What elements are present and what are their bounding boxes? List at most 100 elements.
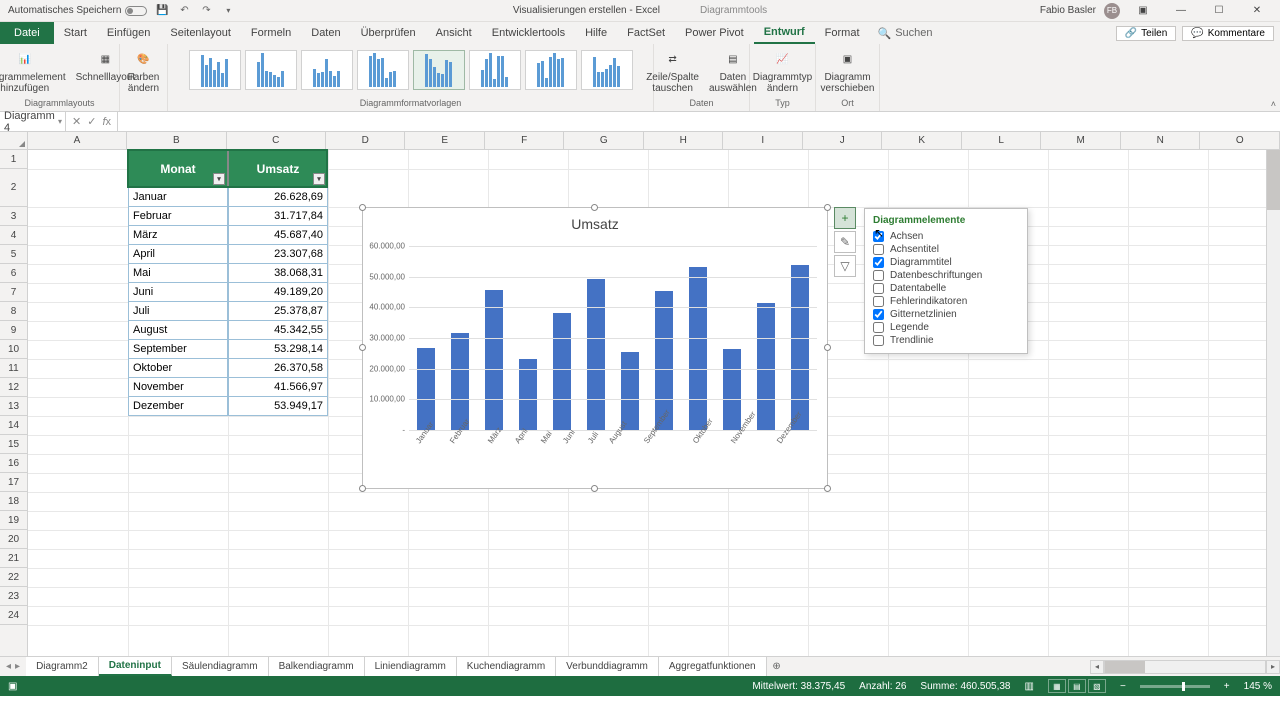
chart-bar[interactable] — [417, 348, 435, 430]
cell-umsatz[interactable]: 53.949,17 — [228, 397, 328, 416]
sheet-tab[interactable]: Verbunddiagramm — [556, 657, 659, 676]
search-field[interactable]: 🔍 Suchen — [870, 22, 941, 44]
zoom-level[interactable]: 145 % — [1244, 681, 1272, 692]
row-header[interactable]: 18 — [0, 492, 27, 511]
row-header[interactable]: 6 — [0, 264, 27, 283]
chart-object[interactable]: Umsatz -10.000,0020.000,0030.000,0040.00… — [362, 207, 828, 489]
share-button[interactable]: 🔗Teilen — [1116, 26, 1177, 41]
tab-entwurf[interactable]: Entwurf — [754, 22, 815, 44]
chart-style-thumb[interactable] — [189, 50, 241, 90]
sheet-tab[interactable]: Dateninput — [99, 657, 172, 676]
row-header[interactable]: 17 — [0, 473, 27, 492]
cell-umsatz[interactable]: 41.566,97 — [228, 378, 328, 397]
chart-plot-area[interactable]: -10.000,0020.000,0030.000,0040.000,0050.… — [409, 246, 817, 430]
column-header[interactable]: J — [803, 132, 883, 149]
row-header[interactable]: 22 — [0, 568, 27, 587]
row-header[interactable]: 19 — [0, 511, 27, 530]
scrollbar-thumb[interactable] — [1267, 150, 1280, 210]
cell-umsatz[interactable]: 26.370,58 — [228, 359, 328, 378]
row-header[interactable]: 4 — [0, 226, 27, 245]
chart-bar[interactable] — [791, 265, 809, 430]
chart-style-thumb[interactable] — [413, 50, 465, 90]
chart-style-thumb[interactable] — [301, 50, 353, 90]
add-chart-element-button[interactable]: 📊Diagrammelement hinzufügen — [0, 46, 70, 96]
cell-umsatz[interactable]: 26.628,69 — [228, 188, 328, 207]
cell-month[interactable]: September — [128, 340, 228, 359]
chart-bar[interactable] — [689, 267, 707, 430]
chart-style-thumb[interactable] — [581, 50, 633, 90]
chart-styles-button[interactable]: ✎ — [834, 231, 856, 253]
tab-daten[interactable]: Daten — [301, 22, 350, 44]
collapse-ribbon-icon[interactable]: ˄ — [1271, 99, 1276, 109]
column-header[interactable]: A — [28, 132, 127, 149]
checkbox[interactable] — [873, 335, 884, 346]
cell-month[interactable]: Februar — [128, 207, 228, 226]
table-header-month[interactable]: Monat▾ — [128, 150, 228, 188]
tab-überprüfen[interactable]: Überprüfen — [351, 22, 426, 44]
cells-area[interactable]: Monat▾ Umsatz▾ Januar26.628,69Februar31.… — [28, 150, 1280, 656]
save-icon[interactable]: 💾 — [155, 4, 169, 18]
table-row[interactable]: April23.307,68 — [128, 245, 328, 264]
select-all-corner[interactable] — [0, 132, 28, 149]
table-row[interactable]: Oktober26.370,58 — [128, 359, 328, 378]
flyout-item[interactable]: Trendlinie — [873, 334, 1019, 347]
formula-input[interactable] — [118, 112, 1280, 131]
chart-bar[interactable] — [451, 333, 469, 430]
minimize-icon[interactable]: — — [1166, 0, 1196, 22]
add-sheet-button[interactable]: ⊕ — [767, 657, 787, 676]
filter-icon[interactable]: ▾ — [213, 173, 225, 185]
zoom-slider[interactable] — [1140, 685, 1210, 688]
change-colors-button[interactable]: 🎨Farben ändern — [124, 46, 164, 96]
table-row[interactable]: November41.566,97 — [128, 378, 328, 397]
sheet-tab-nav[interactable]: ◂▸ — [0, 657, 26, 676]
undo-icon[interactable]: ↶ — [177, 4, 191, 18]
cell-umsatz[interactable]: 53.298,14 — [228, 340, 328, 359]
zoom-in-icon[interactable]: + — [1224, 681, 1230, 692]
column-header[interactable]: O — [1200, 132, 1280, 149]
table-row[interactable]: September53.298,14 — [128, 340, 328, 359]
chart-style-thumb[interactable] — [357, 50, 409, 90]
flyout-item[interactable]: Legende — [873, 321, 1019, 334]
row-header[interactable]: 7 — [0, 283, 27, 302]
tab-factset[interactable]: FactSet — [617, 22, 675, 44]
cell-month[interactable]: März — [128, 226, 228, 245]
row-header[interactable]: 15 — [0, 435, 27, 454]
tab-file[interactable]: Datei — [0, 22, 54, 44]
column-header[interactable]: I — [723, 132, 803, 149]
tab-format[interactable]: Format — [815, 22, 870, 44]
cell-umsatz[interactable]: 25.378,87 — [228, 302, 328, 321]
chart-bar[interactable] — [723, 349, 741, 430]
table-row[interactable]: Mai38.068,31 — [128, 264, 328, 283]
tab-seitenlayout[interactable]: Seitenlayout — [160, 22, 241, 44]
sheet-tab[interactable]: Säulendiagramm — [172, 657, 269, 676]
name-box[interactable]: Diagramm 4 — [0, 112, 66, 131]
prev-sheet-icon[interactable]: ◂ — [6, 661, 11, 672]
table-row[interactable]: Dezember53.949,17 — [128, 397, 328, 416]
table-row[interactable]: Januar26.628,69 — [128, 188, 328, 207]
row-header[interactable]: 24 — [0, 606, 27, 625]
chart-title[interactable]: Umsatz — [363, 208, 827, 236]
confirm-fx-icon[interactable]: ✓ — [87, 115, 96, 128]
vertical-scrollbar[interactable] — [1266, 150, 1280, 656]
toggle-switch-icon[interactable] — [125, 6, 147, 16]
record-macro-icon[interactable]: ▣ — [8, 681, 17, 692]
column-header[interactable]: K — [882, 132, 962, 149]
view-normal-icon[interactable]: ▦ — [1048, 679, 1066, 693]
cancel-fx-icon[interactable]: ✕ — [72, 115, 81, 128]
sheet-tab[interactable]: Diagramm2 — [26, 657, 99, 676]
checkbox[interactable] — [873, 257, 884, 268]
zoom-out-icon[interactable]: − — [1120, 681, 1126, 692]
chart-bar[interactable] — [621, 352, 639, 430]
cell-month[interactable]: November — [128, 378, 228, 397]
row-header[interactable]: 16 — [0, 454, 27, 473]
table-row[interactable]: Juli25.378,87 — [128, 302, 328, 321]
flyout-item[interactable]: Fehlerindikatoren — [873, 295, 1019, 308]
column-header[interactable]: H — [644, 132, 724, 149]
cell-umsatz[interactable]: 23.307,68 — [228, 245, 328, 264]
column-header[interactable]: G — [564, 132, 644, 149]
chart-style-thumb[interactable] — [525, 50, 577, 90]
fx-icon[interactable]: fx — [102, 116, 111, 128]
qat-customize-icon[interactable]: ▾ — [221, 4, 235, 18]
cell-month[interactable]: Mai — [128, 264, 228, 283]
next-sheet-icon[interactable]: ▸ — [15, 661, 20, 672]
